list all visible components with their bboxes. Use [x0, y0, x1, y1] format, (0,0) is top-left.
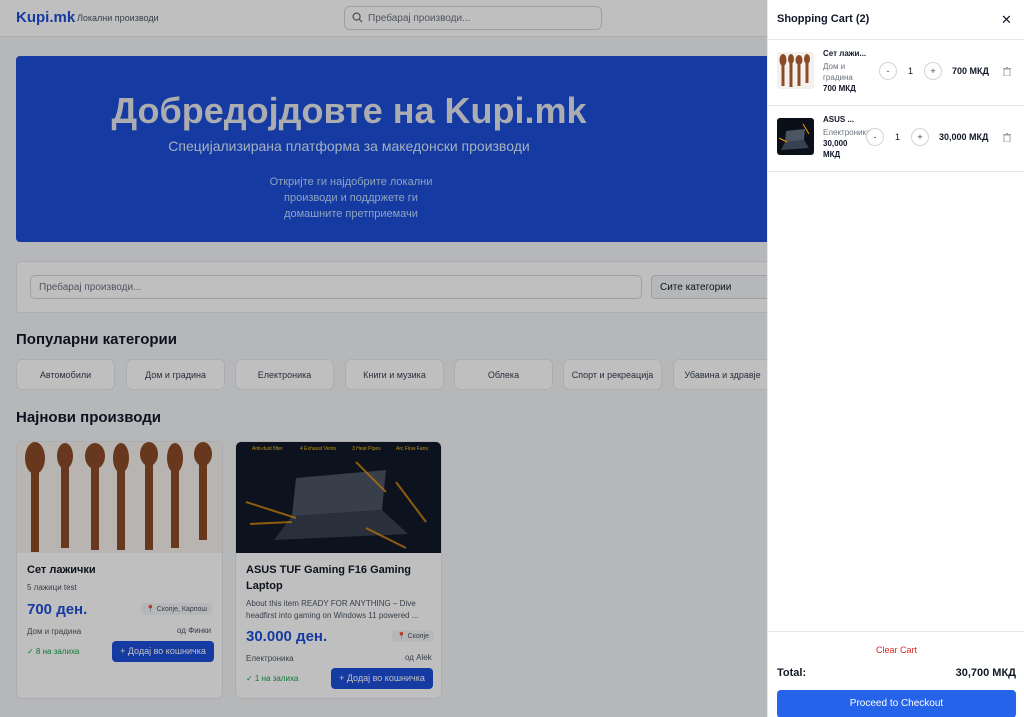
decrease-qty-button[interactable]: -: [879, 62, 897, 80]
modal-overlay[interactable]: [0, 0, 767, 717]
cart-item-category: Електроника: [823, 128, 871, 137]
cart-item: Сет лажи... Дом и градина 700 МКД - 1 + …: [768, 40, 1024, 106]
trash-icon[interactable]: [1003, 67, 1011, 76]
cart-item-thumbnail: [777, 118, 814, 155]
close-icon[interactable]: ✕: [1001, 12, 1012, 28]
cart-item-category: градина: [823, 73, 853, 82]
cart-item-price: 700 МКД: [823, 84, 856, 93]
cart-item-total: 30,000 МКД: [939, 132, 989, 142]
total-value: 30,700 МКД: [955, 667, 1016, 679]
increase-qty-button[interactable]: +: [924, 62, 942, 80]
page: Kupi.mk Локални производи Пребарај произ…: [0, 0, 1024, 717]
cart-footer: Clear Cart Total: 30,700 МКД Proceed to …: [768, 631, 1024, 717]
cart-item-category: Дом и: [823, 62, 846, 71]
cart-item-qty: 1: [895, 132, 901, 142]
decrease-qty-button[interactable]: -: [866, 128, 884, 146]
cart-drawer: Shopping Cart (2) ✕ Сет лажи... Дом и гр…: [767, 0, 1024, 717]
checkout-button[interactable]: Proceed to Checkout: [777, 690, 1016, 717]
cart-item-total: 700 МКД: [952, 66, 989, 76]
increase-qty-button[interactable]: +: [911, 128, 929, 146]
cart-item: ASUS ... Електроника 30,000 МКД - 1 + 30…: [768, 106, 1024, 172]
trash-icon[interactable]: [1003, 133, 1011, 142]
cart-item-thumbnail: [777, 52, 814, 89]
cart-item-qty: 1: [908, 66, 914, 76]
cart-header: Shopping Cart (2) ✕: [768, 0, 1024, 40]
clear-cart-button[interactable]: Clear Cart: [768, 645, 1024, 655]
cart-item-price: МКД: [823, 150, 841, 159]
cart-item-name: ASUS ...: [823, 115, 855, 124]
cart-title: Shopping Cart (2): [777, 13, 870, 25]
cart-item-price: 30,000: [823, 139, 848, 148]
total-label: Total:: [777, 667, 807, 679]
cart-item-name: Сет лажи...: [823, 49, 867, 58]
